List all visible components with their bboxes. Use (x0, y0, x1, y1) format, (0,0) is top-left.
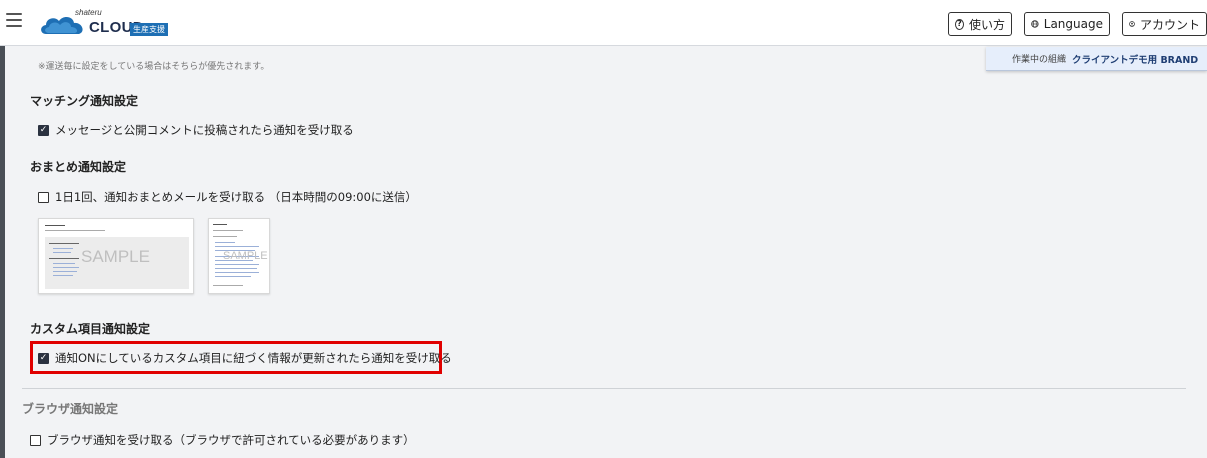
cloud-logo-icon (41, 17, 83, 34)
help-label: 使い方 (968, 17, 1005, 32)
section-divider (22, 388, 1186, 389)
user-icon (1129, 21, 1135, 27)
sample-label: SAMPLE (223, 250, 268, 262)
checkbox-checked-icon[interactable]: ✓ (38, 352, 49, 364)
globe-icon (1031, 20, 1039, 28)
help-icon: ? (955, 18, 964, 30)
menu-icon[interactable] (6, 13, 22, 27)
sample-thumbnail-mobile[interactable]: SAMPLE (208, 218, 270, 294)
logo[interactable]: shateru CLOUD 生産支援 (38, 8, 168, 38)
logo-subtext: shateru (75, 8, 102, 17)
app-header: shateru CLOUD 生産支援 ? 使い方 Language アカウント (0, 0, 1207, 46)
account-label: アカウント (1139, 17, 1200, 32)
sample-label: SAMPLE (81, 247, 150, 266)
logo-badge: 生産支援 (130, 23, 168, 36)
checkbox-checked-icon[interactable]: ✓ (38, 124, 49, 136)
language-label: Language (1043, 17, 1103, 31)
help-button[interactable]: ? 使い方 (948, 12, 1012, 36)
checkbox-unchecked-icon[interactable] (30, 434, 41, 446)
org-name: クライアントデモ用 BRAND (1072, 54, 1199, 66)
browser-section-title: ブラウザ通知設定 (22, 402, 119, 416)
digest-section-title: おまとめ通知設定 (30, 160, 127, 174)
digest-notify-checkbox[interactable]: 1日1回、通知おまとめメールを受け取る （日本時間の09:00に送信） (38, 189, 417, 205)
custom-option-label: 通知ONにしているカスタム項目に紐づく情報が更新されたら通知を受け取る (55, 351, 452, 365)
browser-option-label: ブラウザ通知を受け取る（ブラウザで許可されている必要があります） (47, 433, 415, 447)
checkbox-unchecked-icon[interactable] (38, 191, 49, 203)
language-button[interactable]: Language (1024, 12, 1110, 36)
matching-section-title: マッチング通知設定 (30, 94, 139, 108)
org-label: 作業中の組織 (1012, 55, 1067, 65)
org-indicator: 作業中の組織 クライアントデモ用 BRAND (986, 47, 1207, 71)
priority-note: ※運送毎に設定をしている場合はそちらが優先されます。 (38, 62, 270, 72)
custom-section-title: カスタム項目通知設定 (30, 322, 151, 336)
sample-thumbnail-pc[interactable]: SAMPLE (38, 218, 194, 294)
matching-option-label: メッセージと公開コメントに投稿されたら通知を受け取る (55, 123, 354, 137)
browser-notify-checkbox[interactable]: ブラウザ通知を受け取る（ブラウザで許可されている必要があります） (30, 432, 415, 448)
matching-notify-checkbox[interactable]: ✓ メッセージと公開コメントに投稿されたら通知を受け取る (38, 122, 354, 138)
custom-notify-checkbox[interactable]: ✓ 通知ONにしているカスタム項目に紐づく情報が更新されたら通知を受け取る (38, 350, 452, 366)
digest-option-label: 1日1回、通知おまとめメールを受け取る （日本時間の09:00に送信） (55, 190, 417, 204)
account-button[interactable]: アカウント (1122, 12, 1207, 36)
